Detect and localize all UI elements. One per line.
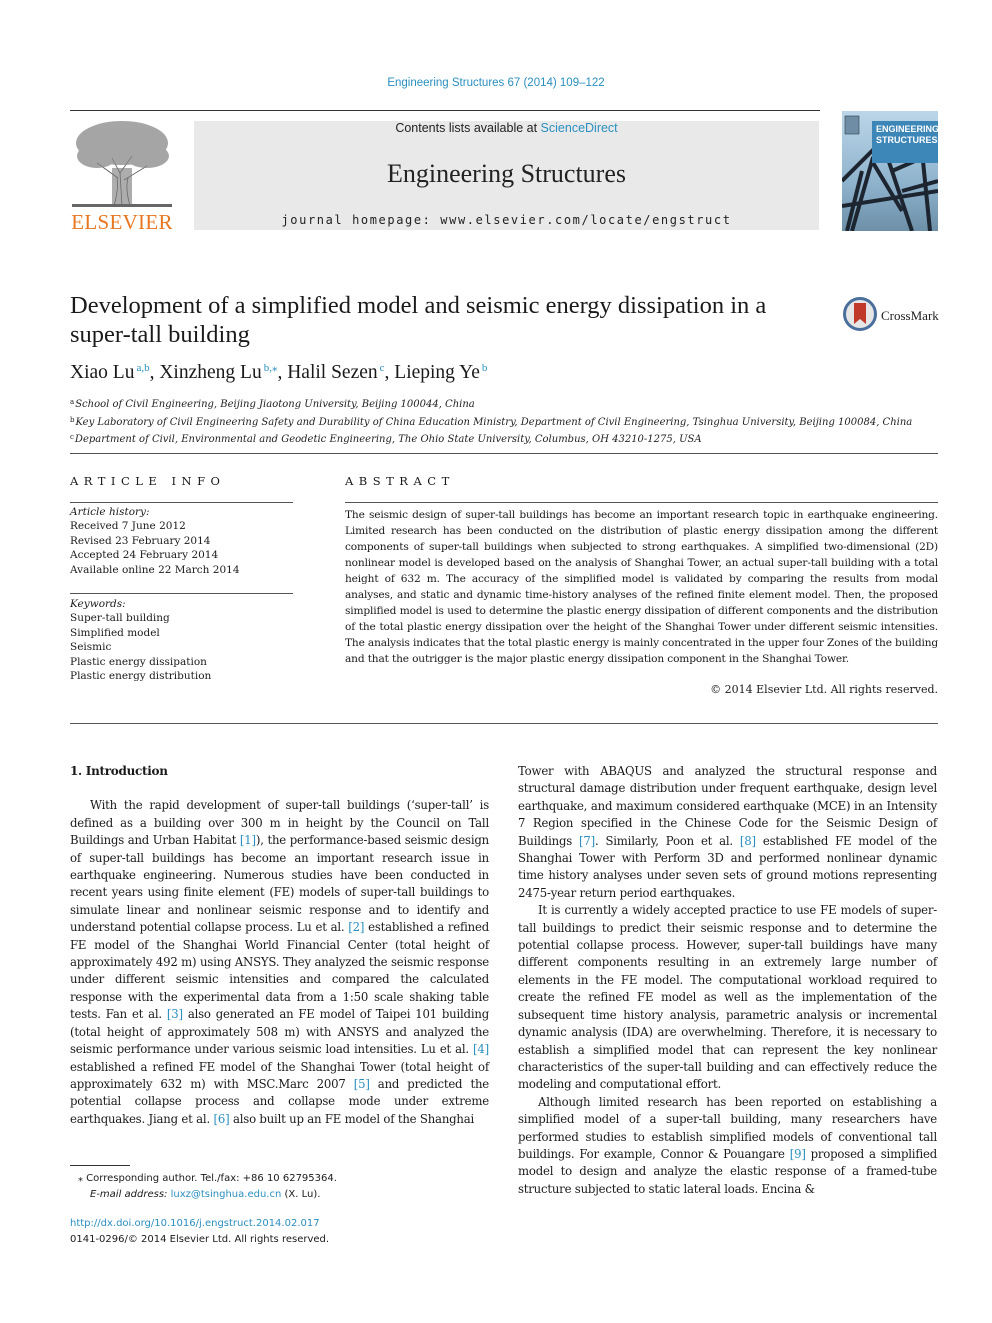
history-entry: Available online 22 March 2014 <box>70 563 240 576</box>
journal-banner: Contents lists available at ScienceDirec… <box>194 121 819 230</box>
cover-title-line2: STRUCTURES <box>876 135 938 145</box>
divider <box>345 502 938 503</box>
issn-copyright: 0141-0296/© 2014 Elsevier Ltd. All right… <box>70 1233 330 1245</box>
citation-link[interactable]: [9] <box>790 1147 806 1161</box>
body-column-left: 1. Introduction With the rapid developme… <box>70 763 489 1128</box>
author-name: Halil Sezen <box>287 362 378 383</box>
email-link[interactable]: luxz@tsinghua.edu.cn <box>171 1189 282 1200</box>
elsevier-wordmark: ELSEVIER <box>71 210 173 234</box>
keyword[interactable]: Seismic <box>70 640 295 654</box>
author-name: Lieping Ye <box>394 362 480 383</box>
keyword[interactable]: Plastic energy distribution <box>70 669 295 683</box>
citation-link[interactable]: [7] <box>579 834 595 848</box>
affiliation-text: Department of Civil, Environmental and G… <box>74 434 702 445</box>
history-entry: Received 7 June 2012 <box>70 520 186 533</box>
doi-block: http://dx.doi.org/10.1016/j.engstruct.20… <box>70 1216 329 1247</box>
history-entry: Accepted 24 February 2014 <box>70 549 219 562</box>
affiliation-key: c <box>70 433 74 441</box>
body-paragraph: Tower with ABAQUS and analyzed the struc… <box>518 763 937 902</box>
elsevier-logo: ELSEVIER <box>70 118 174 234</box>
journal-reference[interactable]: Engineering Structures 67 (2014) 109–122 <box>0 77 992 89</box>
article-title: Development of a simplified model and se… <box>70 292 767 348</box>
author-list: Xiao Lu a,b, Xinzheng Lu b,⁎, Halil Sezen c… <box>70 361 487 384</box>
elsevier-tree-icon <box>72 121 172 207</box>
article-history: Article history: Received 7 June 2012 Re… <box>70 505 295 577</box>
body-paragraph: With the rapid development of super-tall… <box>70 797 489 1128</box>
abstract-copyright: © 2014 Elsevier Ltd. All rights reserved… <box>710 683 938 696</box>
body-column-right: Tower with ABAQUS and analyzed the struc… <box>518 763 937 1198</box>
affiliations: aSchool of Civil Engineering, Beijing Ji… <box>70 395 940 448</box>
author[interactable]: Xinzheng Lu b,⁎ <box>159 362 277 383</box>
affiliation-text: School of Civil Engineering, Beijing Jia… <box>75 399 475 410</box>
author-name: Xinzheng Lu <box>159 362 262 383</box>
citation-link[interactable]: [5] <box>354 1077 370 1091</box>
cover-title: ENGINEERING STRUCTURES <box>872 121 938 163</box>
author-affiliation-marker[interactable]: a,b <box>136 362 149 374</box>
affiliation-key: a <box>70 398 75 406</box>
citation-link[interactable]: [3] <box>167 1007 183 1021</box>
affiliation: aSchool of Civil Engineering, Beijing Ji… <box>70 395 940 413</box>
article-info-heading: ARTICLE INFO <box>70 474 226 488</box>
divider <box>70 723 938 724</box>
author-affiliation-marker[interactable]: b,⁎ <box>264 362 278 374</box>
author-separator: , <box>384 362 395 383</box>
left-paragraphs: With the rapid development of super-tall… <box>70 797 489 1128</box>
section-heading: 1. Introduction <box>70 764 168 778</box>
corresponding-author-note: ⁎ Corresponding author. Tel./fax: +86 10… <box>78 1173 337 1184</box>
email-suffix: (X. Lu). <box>281 1188 321 1200</box>
author[interactable]: Xiao Lu a,b <box>70 362 150 383</box>
crossmark-label: CrossMark <box>881 308 939 323</box>
keywords: Keywords: Super-tall building Simplified… <box>70 597 295 683</box>
paragraph-text: . Similarly, Poon et al. <box>594 833 740 848</box>
citation-link[interactable]: [8] <box>740 834 756 848</box>
divider <box>70 593 293 594</box>
keyword[interactable]: Plastic energy dissipation <box>70 655 295 669</box>
author-separator: , <box>149 362 160 383</box>
sciencedirect-link[interactable]: ScienceDirect <box>541 121 618 135</box>
footnote-rule <box>70 1165 130 1166</box>
journal-homepage[interactable]: journal homepage: www.elsevier.com/locat… <box>194 213 819 227</box>
email-line: E-mail address: luxz@tsinghua.edu.cn (X.… <box>78 1187 498 1203</box>
author-affiliation-marker[interactable]: b <box>482 362 488 374</box>
right-paragraphs: Tower with ABAQUS and analyzed the struc… <box>518 763 937 1198</box>
journal-title: Engineering Structures <box>387 159 626 188</box>
keyword[interactable]: Simplified model <box>70 626 295 640</box>
crossmark-icon <box>843 297 877 331</box>
citation-link[interactable]: [1] <box>240 833 256 847</box>
contents-line: Contents lists available at ScienceDirec… <box>194 121 819 135</box>
citation-link[interactable]: [6] <box>213 1112 229 1126</box>
affiliation: cDepartment of Civil, Environmental and … <box>70 430 940 448</box>
abstract-text: The seismic design of super-tall buildin… <box>345 509 938 665</box>
body-paragraph: Although limited research has been repor… <box>518 1094 937 1198</box>
footnote: ⁎ Corresponding author. Tel./fax: +86 10… <box>78 1171 498 1202</box>
abstract-heading: ABSTRACT <box>345 474 455 488</box>
paragraph-text: It is currently a widely accepted practi… <box>518 903 937 1092</box>
citation-link[interactable]: [4] <box>473 1042 489 1056</box>
keyword[interactable]: Super-tall building <box>70 611 295 625</box>
affiliation: bKey Laboratory of Civil Engineering Saf… <box>70 413 940 431</box>
divider <box>70 502 293 503</box>
header-rule <box>70 110 820 111</box>
author-separator: , <box>277 362 288 383</box>
affiliation-key: b <box>70 415 75 424</box>
doi-link[interactable]: http://dx.doi.org/10.1016/j.engstruct.20… <box>70 1216 329 1232</box>
affiliation-text: Key Laboratory of Civil Engineering Safe… <box>75 416 913 428</box>
author[interactable]: Halil Sezen c <box>287 362 384 383</box>
citation-link[interactable]: [2] <box>348 920 364 934</box>
contents-prefix: Contents lists available at <box>395 121 541 135</box>
author[interactable]: Lieping Ye b <box>394 362 487 383</box>
keywords-label: Keywords: <box>70 598 126 610</box>
email-label: E-mail address: <box>90 1188 171 1200</box>
journal-cover[interactable]: ENGINEERING STRUCTURES <box>842 111 938 231</box>
divider <box>70 453 938 454</box>
author-name: Xiao Lu <box>70 362 135 383</box>
article-history-label: Article history: <box>70 506 150 518</box>
paragraph-text: also built up an FE model of the Shangha… <box>229 1111 475 1126</box>
cover-title-line1: ENGINEERING <box>876 124 938 134</box>
history-entry: Revised 23 February 2014 <box>70 534 211 547</box>
body-paragraph: It is currently a widely accepted practi… <box>518 902 937 1093</box>
crossmark-badge[interactable]: CrossMark <box>843 297 943 333</box>
